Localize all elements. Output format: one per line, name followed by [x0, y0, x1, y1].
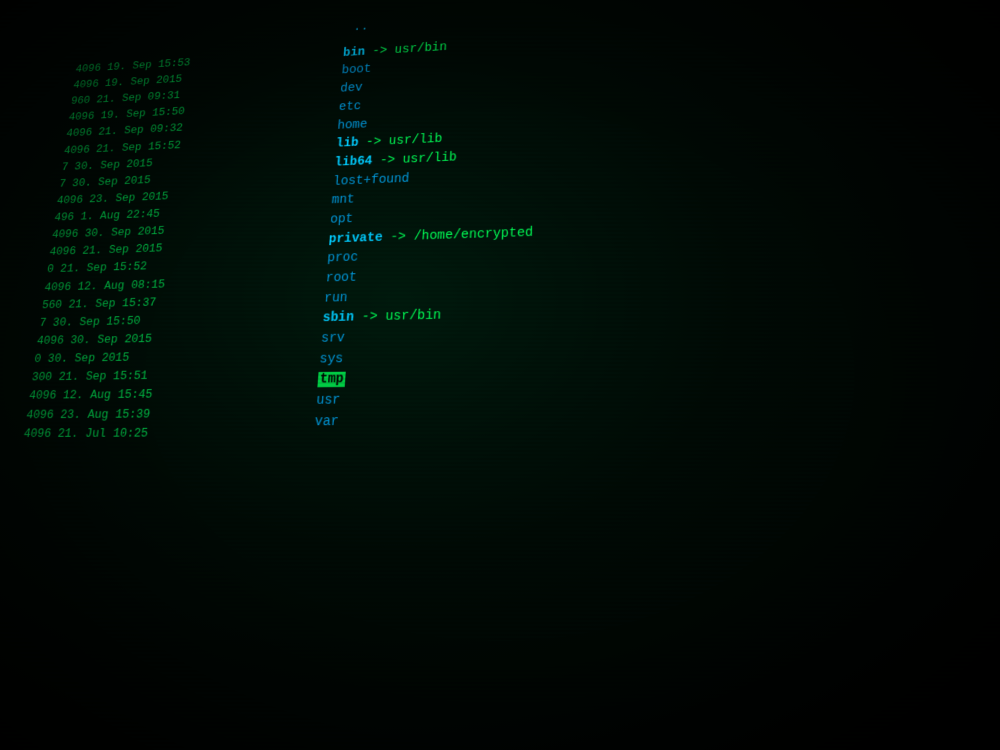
terminal-window: .. 4096 19. Sep 15:534096 19. Sep 2015 9…: [0, 0, 1000, 750]
right-column: bin -> usr/binbootdevetchomelib -> usr/l…: [313, 0, 1000, 443]
left-line-19: 4096 12. Aug 15:45: [28, 384, 318, 406]
right-line-19: var: [314, 407, 1000, 434]
left-column: 4096 19. Sep 15:534096 19. Sep 2015 960 …: [22, 45, 343, 443]
left-line-20: 4096 23. Aug 15:39: [25, 403, 316, 424]
terminal-grid: 4096 19. Sep 15:534096 19. Sep 2015 960 …: [14, 0, 1000, 443]
left-line-21: 4096 21. Jul 10:25: [22, 423, 314, 443]
content-area: .. 4096 19. Sep 15:534096 19. Sep 2015 9…: [0, 0, 1000, 750]
